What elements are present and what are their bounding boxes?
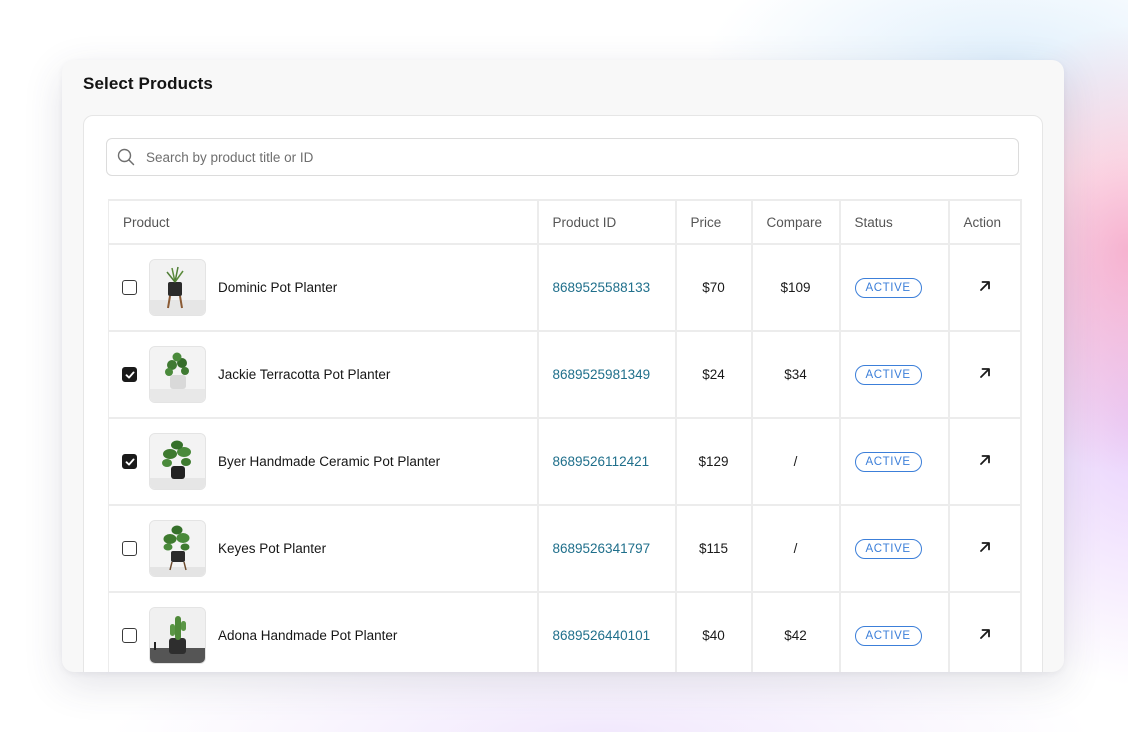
price-cell: $24 <box>674 330 753 419</box>
arrow-up-right-icon[interactable] <box>977 626 993 642</box>
price-cell: $40 <box>674 591 753 672</box>
compare-price-cell: $34 <box>750 330 841 419</box>
product-id-cell: 8689526112421 <box>536 417 677 506</box>
row-checkbox[interactable] <box>122 454 137 469</box>
search-placeholder: Search by product title or ID <box>146 149 314 165</box>
product-id-link[interactable]: 8689526440101 <box>539 628 651 643</box>
table-row[interactable]: Byer Handmade Ceramic Pot Planter 8689526… <box>108 417 1022 506</box>
table-row[interactable]: Dominic Pot Planter 8689525588133 $70 $109 A… <box>108 243 1022 332</box>
status-badge: ACTIVE <box>854 451 922 472</box>
status-cell: ACTIVE <box>838 417 950 506</box>
products-table: Product Product ID Price Compare Status … <box>108 199 1022 672</box>
status-badge: ACTIVE <box>854 538 922 559</box>
arrow-up-right-icon[interactable] <box>977 539 993 555</box>
row-checkbox[interactable] <box>122 628 137 643</box>
product-thumbnail <box>149 433 206 490</box>
action-cell <box>947 417 1022 506</box>
table-row[interactable]: Jackie Terracotta Pot Planter 86895259813… <box>108 330 1022 419</box>
price-cell: $129 <box>674 417 753 506</box>
table-row[interactable]: Adona Handmade Pot Planter 8689526440101 $… <box>108 591 1022 672</box>
page-title: Select Products <box>83 74 213 93</box>
action-cell <box>947 330 1022 419</box>
column-header-status[interactable]: Status <box>838 199 950 245</box>
action-cell <box>947 504 1022 593</box>
product-cell: Keyes Pot Planter <box>108 504 539 593</box>
checkmark-icon <box>125 370 135 380</box>
product-id-cell: 8689525981349 <box>536 330 677 419</box>
table-row[interactable]: Keyes Pot Planter 8689526341797 $115/ ACTIV… <box>108 504 1022 593</box>
product-name: Jackie Terracotta Pot Planter <box>218 367 391 382</box>
status-cell: ACTIVE <box>838 330 950 419</box>
product-cell: Jackie Terracotta Pot Planter <box>108 330 539 419</box>
compare-price-cell: $42 <box>750 591 841 672</box>
status-cell: ACTIVE <box>838 504 950 593</box>
table-header-row: Product Product ID Price Compare Status … <box>108 199 1022 245</box>
column-header-product[interactable]: Product <box>108 199 539 245</box>
compare-price-cell: / <box>750 504 841 593</box>
product-name: Byer Handmade Ceramic Pot Planter <box>218 454 441 469</box>
product-cell: Adona Handmade Pot Planter <box>108 591 539 672</box>
status-cell: ACTIVE <box>838 243 950 332</box>
search-input[interactable]: Search by product title or ID <box>106 138 1019 176</box>
product-name: Keyes Pot Planter <box>218 541 327 556</box>
product-id-link[interactable]: 8689525588133 <box>539 280 651 295</box>
status-badge: ACTIVE <box>854 364 922 385</box>
product-cell: Byer Handmade Ceramic Pot Planter <box>108 417 539 506</box>
action-cell <box>947 591 1022 672</box>
status-badge: ACTIVE <box>854 277 922 298</box>
arrow-up-right-icon[interactable] <box>977 452 993 468</box>
search-icon <box>117 148 135 166</box>
products-card: Search by product title or ID Product Pr… <box>83 115 1043 672</box>
product-id-cell: 8689525588133 <box>536 243 677 332</box>
product-cell: Dominic Pot Planter <box>108 243 539 332</box>
status-cell: ACTIVE <box>838 591 950 672</box>
product-name: Adona Handmade Pot Planter <box>218 628 398 643</box>
product-name: Dominic Pot Planter <box>218 280 338 295</box>
product-id-link[interactable]: 8689526341797 <box>539 541 651 556</box>
row-checkbox[interactable] <box>122 367 137 382</box>
column-header-product-id[interactable]: Product ID <box>536 199 677 245</box>
row-checkbox[interactable] <box>122 541 137 556</box>
action-cell <box>947 243 1022 332</box>
arrow-up-right-icon[interactable] <box>977 278 993 294</box>
compare-price-cell: / <box>750 417 841 506</box>
product-thumbnail <box>149 607 206 664</box>
row-checkbox[interactable] <box>122 280 137 295</box>
checkmark-icon <box>125 457 135 467</box>
price-cell: $115 <box>674 504 753 593</box>
product-id-cell: 8689526341797 <box>536 504 677 593</box>
product-thumbnail <box>149 520 206 577</box>
product-thumbnail <box>149 346 206 403</box>
arrow-up-right-icon[interactable] <box>977 365 993 381</box>
column-header-price[interactable]: Price <box>674 199 753 245</box>
product-id-link[interactable]: 8689526112421 <box>539 454 650 469</box>
product-id-cell: 8689526440101 <box>536 591 677 672</box>
product-id-link[interactable]: 8689525981349 <box>539 367 651 382</box>
price-cell: $70 <box>674 243 753 332</box>
select-products-panel: Select Products Search by product title … <box>62 60 1064 672</box>
compare-price-cell: $109 <box>750 243 841 332</box>
column-header-action[interactable]: Action <box>947 199 1022 245</box>
column-header-compare[interactable]: Compare <box>750 199 841 245</box>
status-badge: ACTIVE <box>854 625 922 646</box>
product-thumbnail <box>149 259 206 316</box>
